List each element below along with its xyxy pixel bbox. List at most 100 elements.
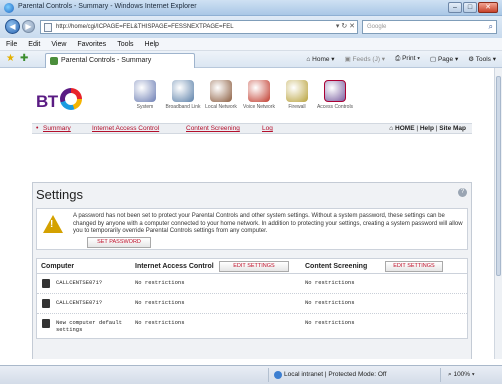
command-bar: ⌂ Home ▾ ▣ Feeds (J) ▾ ⎙ Print ▾ ▢ Page …: [306, 55, 496, 63]
nav-label: Firewall: [288, 104, 306, 110]
window-titlebar: Parental Controls - Summary - Windows In…: [0, 0, 502, 16]
tools-button[interactable]: ⚙ Tools ▾: [468, 55, 496, 63]
sitemap-link[interactable]: Site Map: [439, 125, 466, 132]
feeds-button[interactable]: ▣ Feeds (J) ▾: [345, 55, 385, 63]
minimize-button[interactable]: –: [448, 2, 462, 13]
home-button[interactable]: ⌂ Home ▾: [306, 55, 334, 63]
bt-globe-icon: [60, 88, 82, 110]
header-internet-access-control: Internet Access Control: [135, 263, 214, 270]
menu-tools[interactable]: Tools: [117, 41, 133, 48]
menu-view[interactable]: View: [51, 41, 66, 48]
home-link[interactable]: HOME: [395, 125, 415, 132]
computers-table: Computer Internet Access Control EDIT SE…: [36, 258, 468, 339]
page-content: BT System Broadband Link Local Network Voic…: [0, 68, 494, 359]
table-body: CALLCENTSE071? No restrictions No restri…: [36, 274, 468, 339]
computer-icon: [42, 299, 50, 308]
window-controls: – □ ✕: [448, 2, 498, 13]
computer-name: New computer default settings: [56, 319, 123, 333]
system-icon: [134, 80, 156, 102]
settings-title: Settings: [36, 187, 83, 202]
password-warning: ! A password has not been set to protect…: [36, 208, 468, 250]
address-bar[interactable]: http://home/cgi/ICPAGE=FEL&THISPAGE=FESS…: [40, 20, 358, 34]
warning-icon: !: [43, 215, 63, 233]
page-button[interactable]: ▢ Page ▾: [430, 55, 458, 63]
subnav-summary[interactable]: Summary: [43, 125, 71, 132]
access-controls-icon: [324, 80, 346, 102]
menu-help[interactable]: Help: [145, 41, 159, 48]
iac-status: No restrictions: [135, 279, 185, 286]
vertical-scrollbar[interactable]: [494, 68, 502, 359]
window-title: Parental Controls - Summary - Windows In…: [18, 3, 197, 10]
home-icon: ⌂: [389, 125, 394, 132]
status-divider: [440, 368, 441, 382]
help-icon[interactable]: ?: [458, 188, 467, 197]
add-favorite-icon[interactable]: ✚: [20, 54, 28, 64]
search-icon[interactable]: ⌕: [489, 22, 493, 32]
edit-cs-settings-button[interactable]: EDIT SETTINGS: [385, 261, 443, 272]
zoom-level[interactable]: ⌕ 100% ▾: [448, 371, 475, 379]
set-password-button[interactable]: SET PASSWORD: [87, 237, 151, 248]
nav-local-network[interactable]: Local Network: [202, 80, 240, 110]
nav-access-controls[interactable]: Access Controls: [316, 80, 354, 110]
search-placeholder: Google: [367, 24, 387, 30]
table-row: CALLCENTSE071? No restrictions No restri…: [37, 294, 467, 314]
status-divider: [268, 368, 269, 382]
main-nav: System Broadband Link Local Network Voice N…: [126, 80, 354, 110]
nav-label: Voice Network: [243, 104, 275, 110]
iac-status: No restrictions: [135, 319, 185, 326]
refresh-stop-icons[interactable]: ▾ ↻ ✕: [336, 22, 355, 30]
subnav-internet-access-control[interactable]: Internet Access Control: [92, 125, 159, 132]
table-row: New computer default settings No restric…: [37, 314, 467, 338]
subnav-right-links: ⌂ HOME | Help | Site Map: [389, 125, 466, 132]
menu-favorites[interactable]: Favorites: [77, 41, 106, 48]
broadband-link-icon: [172, 80, 194, 102]
cs-status: No restrictions: [305, 319, 355, 326]
menu-bar: File Edit View Favorites Tools Help: [0, 38, 502, 51]
computer-icon: [42, 319, 50, 328]
edit-iac-settings-button[interactable]: EDIT SETTINGS: [219, 261, 289, 272]
computer-icon: [42, 279, 50, 288]
maximize-button[interactable]: □: [463, 2, 477, 13]
nav-broadband-link[interactable]: Broadband Link: [164, 80, 202, 110]
nav-label: Local Network: [205, 104, 237, 110]
bt-logo: BT: [36, 92, 58, 111]
page-icon: [44, 23, 52, 32]
print-button[interactable]: ⎙ Print ▾: [395, 55, 420, 63]
menu-file[interactable]: File: [6, 41, 17, 48]
search-input[interactable]: Google ⌕: [362, 20, 497, 34]
forward-button[interactable]: ▶: [22, 20, 35, 33]
header-computer: Computer: [41, 263, 75, 270]
cs-status: No restrictions: [305, 279, 355, 286]
iac-status: No restrictions: [135, 299, 185, 306]
subnav-log[interactable]: Log: [262, 125, 273, 132]
back-button[interactable]: ◀: [5, 19, 20, 34]
help-link[interactable]: Help: [420, 125, 434, 132]
nav-system[interactable]: System: [126, 80, 164, 110]
tab-label: Parental Controls - Summary: [61, 57, 152, 64]
menu-edit[interactable]: Edit: [28, 41, 40, 48]
firewall-icon: [286, 80, 308, 102]
tab-row: ★ ✚ Parental Controls - Summary ⌂ Home ▾…: [0, 51, 502, 68]
status-bar: Local intranet | Protected Mode: Off ⌕ 1…: [0, 365, 502, 384]
subnav-content-screening[interactable]: Content Screening: [186, 125, 240, 132]
settings-panel: Settings ? ! A password has not been set…: [32, 182, 472, 359]
warning-text: A password has not been set to protect y…: [73, 213, 463, 234]
table-header: Computer Internet Access Control EDIT SE…: [36, 258, 468, 274]
security-zone[interactable]: Local intranet | Protected Mode: Off: [284, 371, 386, 378]
nav-label: Access Controls: [316, 104, 354, 110]
close-button[interactable]: ✕: [478, 2, 498, 13]
scrollbar-thumb[interactable]: [496, 76, 501, 276]
nav-label: System: [136, 104, 154, 110]
address-row: ◀ ▶ http://home/cgi/ICPAGE=FEL&THISPAGE=…: [0, 16, 502, 38]
computer-name: CALLCENTSE071?: [56, 299, 103, 306]
intranet-zone-icon: [274, 371, 282, 379]
nav-firewall[interactable]: Firewall: [278, 80, 316, 110]
favorites-star-icon[interactable]: ★: [6, 54, 15, 64]
ie-logo-icon: [4, 3, 14, 13]
tab-favicon-icon: [50, 57, 58, 65]
voice-network-icon: [248, 80, 270, 102]
nav-label: Broadband Link: [165, 104, 201, 110]
nav-voice-network[interactable]: Voice Network: [240, 80, 278, 110]
tab-parental-controls[interactable]: Parental Controls - Summary: [45, 53, 195, 68]
table-row: CALLCENTSE071? No restrictions No restri…: [37, 274, 467, 294]
